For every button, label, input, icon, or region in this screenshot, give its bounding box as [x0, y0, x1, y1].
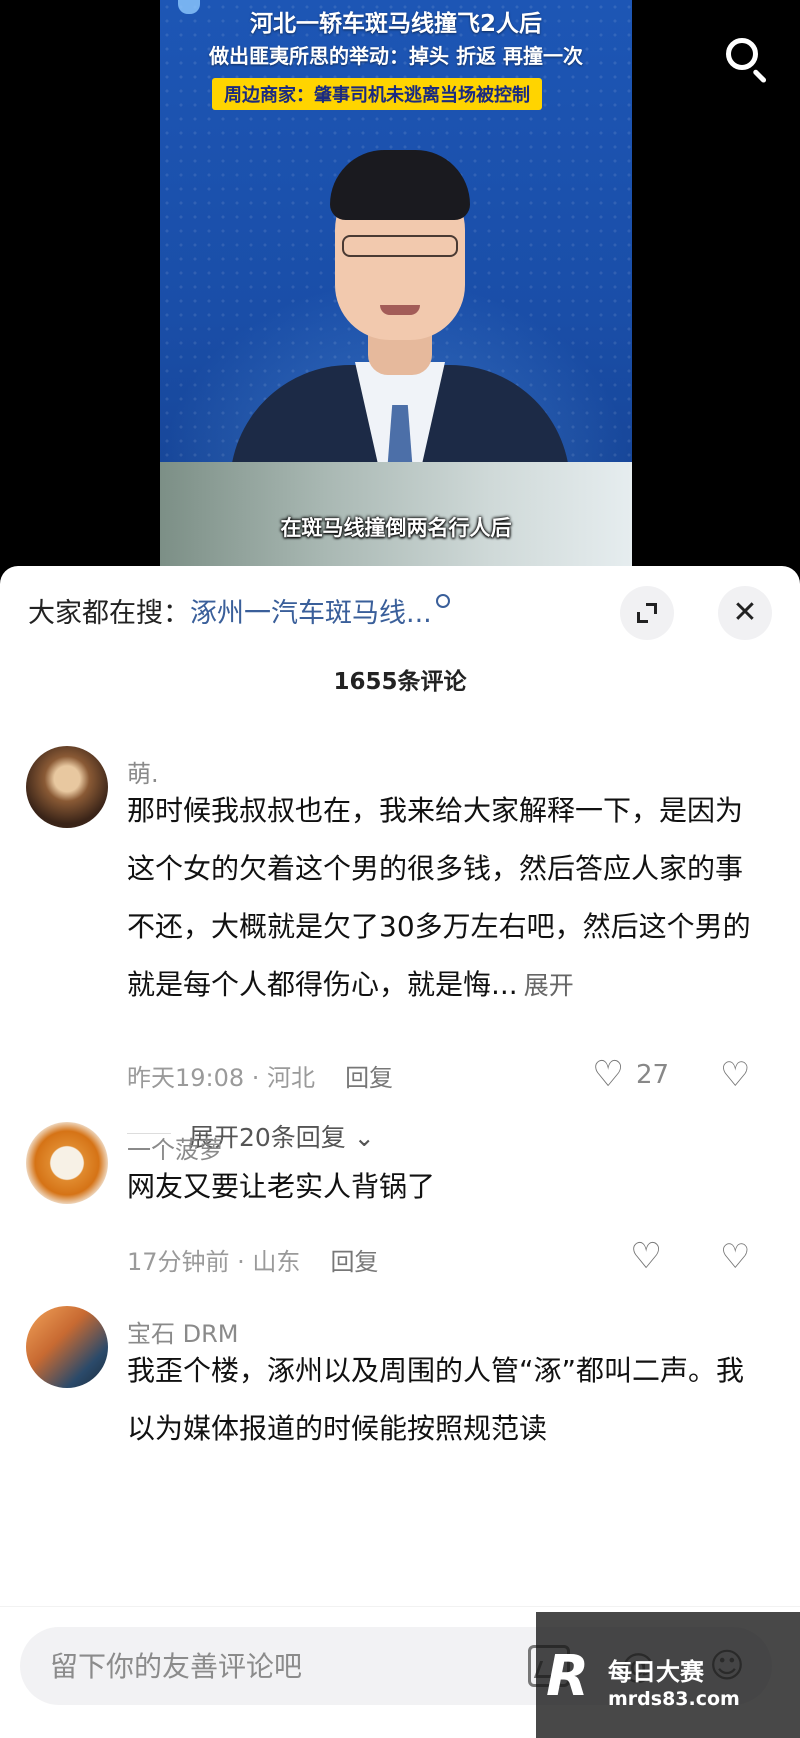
watermark-url: mrds83.com: [608, 1688, 740, 1710]
avatar[interactable]: [26, 746, 108, 828]
heart-icon: ♡: [592, 1054, 625, 1095]
close-icon: ✕: [732, 595, 758, 630]
comment-text[interactable]: 我歪个楼，涿州以及周围的人管“涿”都叫二声。我以为媒体报道的时候能按照规范读: [127, 1342, 767, 1458]
video-headline-1: 河北一轿车斑马线撞飞2人后: [249, 11, 542, 37]
search-icon[interactable]: [718, 30, 774, 86]
video-headline-3: 周边商家：肇事司机未逃离当场被控制: [212, 78, 542, 110]
comment-sheet: 大家都在搜：涿州一汽车斑马线... ✕ 1655条评论 萌. 那时候我叔叔也在，…: [0, 566, 800, 1738]
video-subtitle: 在斑马线撞倒两名行人后: [280, 516, 512, 540]
news-anchor-figure: [230, 140, 570, 485]
comment-text[interactable]: 那时候我叔叔也在，我来给大家解释一下，是因为这个女的欠着这个男的很多钱，然后答应…: [127, 782, 767, 1015]
like-button[interactable]: ♡ 27: [592, 1054, 682, 1098]
video-frame: 河北一轿车斑马线撞飞2人后 做出匪夷所思的举动：掉头 折返 再撞一次 周边商家：…: [160, 0, 632, 570]
anchor-glasses: [342, 235, 458, 257]
video-headline-2: 做出匪夷所思的举动：掉头 折返 再撞一次: [209, 44, 583, 68]
like-button[interactable]: ♡: [630, 1236, 720, 1280]
comment-meta: 17分钟前 · 山东 回复: [127, 1242, 378, 1277]
avatar[interactable]: [26, 1122, 108, 1204]
video-player[interactable]: 河北一轿车斑马线撞飞2人后 做出匪夷所思的举动：掉头 折返 再撞一次 周边商家：…: [0, 0, 800, 570]
comment-time-location: 17分钟前 · 山东: [127, 1248, 301, 1276]
site-watermark: R 每日大赛 mrds83.com: [536, 1612, 800, 1738]
reply-button[interactable]: 回复: [330, 1248, 378, 1276]
comment-text[interactable]: 网友又要让老实人背锅了: [127, 1158, 767, 1216]
broken-heart-icon: ♡: [720, 1237, 751, 1277]
dislike-button[interactable]: ♡: [720, 1056, 758, 1094]
reply-button[interactable]: 回复: [345, 1064, 393, 1092]
search-hint-prefix: 大家都在搜：: [28, 598, 190, 629]
comment-count: 1655条评论: [333, 669, 467, 695]
search-hint-keyword[interactable]: 涿州一汽车斑马线...: [190, 598, 432, 629]
heart-icon: ♡: [630, 1236, 663, 1277]
watermark-name: 每日大赛: [608, 1658, 704, 1686]
search-icon-handle: [752, 68, 768, 84]
comment-meta: 昨天19:08 · 河北 回复: [127, 1058, 393, 1093]
app-root: 河北一轿车斑马线撞飞2人后 做出匪夷所思的举动：掉头 折返 再撞一次 周边商家：…: [0, 0, 800, 1738]
anchor-mouth: [380, 305, 420, 315]
comment-body: 那时候我叔叔也在，我来给大家解释一下，是因为这个女的欠着这个男的很多钱，然后答应…: [127, 794, 751, 1001]
search-icon-ring: [726, 38, 758, 70]
dislike-button[interactable]: ♡: [720, 1238, 758, 1276]
expand-text-link[interactable]: 展开: [524, 971, 574, 1000]
anchor-hair: [330, 150, 470, 220]
comment-time-location: 昨天19:08 · 河北: [127, 1064, 316, 1092]
expand-button[interactable]: [620, 586, 674, 640]
trending-search-hint[interactable]: 大家都在搜：涿州一汽车斑马线...: [28, 591, 450, 630]
sheet-header: 大家都在搜：涿州一汽车斑马线... ✕: [0, 566, 800, 656]
close-button[interactable]: ✕: [718, 586, 772, 640]
watermark-logo: R: [546, 1644, 590, 1709]
avatar[interactable]: [26, 1306, 108, 1388]
small-search-icon: [435, 594, 450, 608]
like-count: 27: [636, 1060, 670, 1090]
broken-heart-icon: ♡: [720, 1055, 751, 1095]
expand-icon: [637, 603, 657, 623]
